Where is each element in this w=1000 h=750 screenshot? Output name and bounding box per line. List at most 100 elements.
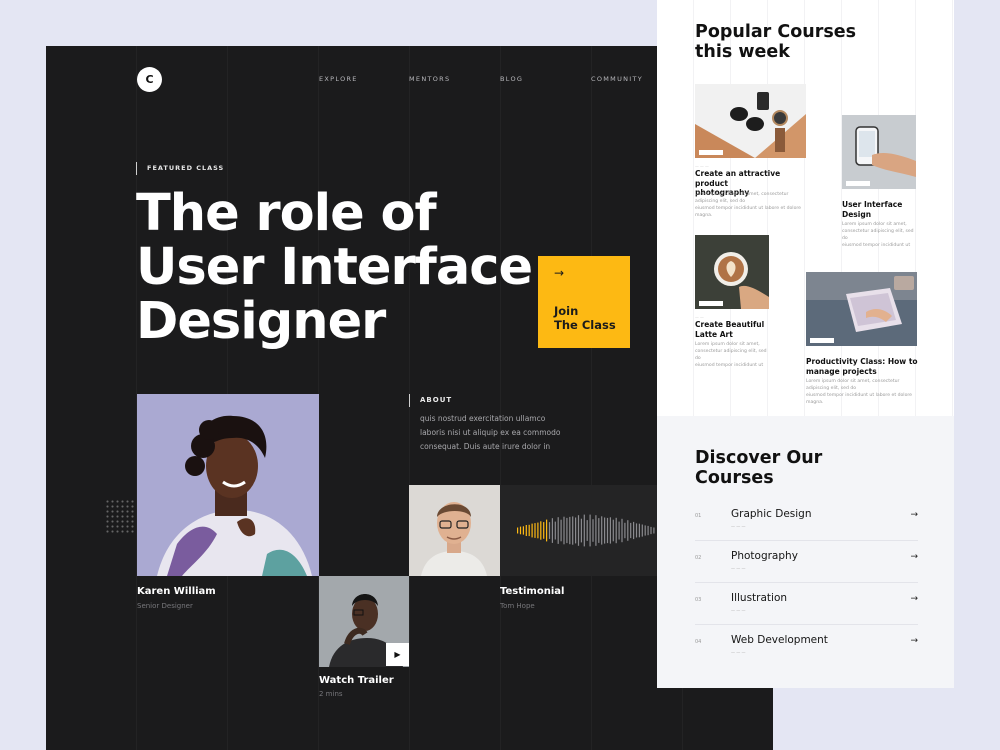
course-title[interactable]: Productivity Class: How to manage projec… bbox=[806, 357, 926, 376]
desc-line: Lorem ipsum dolor sit amet, consectetur … bbox=[695, 192, 789, 204]
waveform-bar bbox=[653, 527, 655, 534]
category-name: Photography bbox=[731, 550, 798, 562]
waveform-bar bbox=[621, 518, 623, 543]
trailer-title: Watch Trailer bbox=[319, 675, 394, 686]
course-title[interactable]: User Interface Design bbox=[842, 200, 922, 219]
category-name: Web Development bbox=[731, 634, 828, 646]
arrow-right-icon: → bbox=[910, 636, 918, 646]
discover-courses-section: Discover Our Courses 01 Graphic Design —… bbox=[657, 416, 954, 688]
logo[interactable]: C bbox=[137, 67, 162, 92]
waveform-bar bbox=[595, 515, 597, 546]
waveform-bar bbox=[546, 519, 548, 542]
course-title-line: Productivity Class: How to bbox=[806, 357, 918, 366]
dot-pattern bbox=[105, 499, 135, 535]
waveform-bar bbox=[575, 517, 577, 544]
waveform-bar bbox=[638, 523, 640, 538]
hero-title-line: The role of bbox=[136, 184, 437, 243]
row-number: 03 bbox=[695, 597, 702, 603]
course-category-row[interactable]: 02 Photography — — — → bbox=[695, 541, 918, 583]
karen-name: Karen William bbox=[137, 586, 216, 597]
waveform-bar bbox=[537, 522, 539, 539]
join-class-button[interactable]: → Join The Class bbox=[538, 256, 630, 348]
waveform-bar bbox=[583, 514, 585, 547]
course-category-row[interactable]: 03 Illustration — — — → bbox=[695, 583, 918, 625]
title-line: Popular Courses bbox=[695, 22, 857, 42]
nav-blog[interactable]: BLOG bbox=[500, 75, 523, 83]
arrow-right-icon: → bbox=[910, 510, 918, 520]
testimonial-photo[interactable] bbox=[409, 485, 500, 576]
waveform-bar bbox=[604, 517, 606, 544]
category-count: — — — bbox=[731, 608, 746, 613]
discover-title: Discover Our Courses bbox=[695, 448, 822, 488]
course-title[interactable]: Create Beautiful Latte Art bbox=[695, 320, 775, 339]
course-category: — — — bbox=[695, 163, 709, 168]
desc-line: Lorem ipsum dolor sit amet, consectetur … bbox=[695, 342, 767, 361]
category-name: Illustration bbox=[731, 592, 788, 604]
trailer-length: 2 mins bbox=[319, 690, 343, 698]
waveform-bar bbox=[641, 524, 643, 537]
waveform-bar bbox=[528, 524, 530, 537]
waveform-bar bbox=[601, 516, 603, 545]
featured-class-label: FEATURED CLASS bbox=[136, 162, 224, 175]
karen-role: Senior Designer bbox=[137, 602, 193, 610]
course-badge bbox=[810, 338, 834, 343]
waveform-bar bbox=[548, 522, 551, 539]
desc-line: eiusmod tempor incididunt ut labore et d… bbox=[695, 206, 802, 218]
title-line: Discover Our bbox=[695, 448, 823, 468]
course-image-ui-design[interactable] bbox=[842, 115, 916, 189]
course-category: — — bbox=[695, 314, 704, 319]
course-image-latte-art[interactable] bbox=[695, 235, 769, 309]
desc-line: eiusmod tempor incididunt ut labore et d… bbox=[806, 393, 913, 405]
waveform-bar bbox=[615, 517, 617, 544]
join-line: Join bbox=[554, 304, 579, 318]
waveform-bar bbox=[612, 519, 614, 542]
waveform-bar bbox=[560, 519, 562, 542]
category-count: — — — bbox=[731, 650, 746, 655]
waveform-bar bbox=[598, 518, 600, 543]
course-title-line: Design bbox=[842, 209, 872, 219]
waveform-bar bbox=[540, 521, 542, 540]
waveform-bar bbox=[650, 526, 652, 535]
row-number: 01 bbox=[695, 513, 702, 519]
arrow-right-icon: → bbox=[910, 594, 918, 604]
desc-line: eiusmod tempor incididunt ut bbox=[842, 243, 911, 248]
course-title-line: Create an attractive product bbox=[695, 169, 781, 188]
nav-mentors[interactable]: MENTORS bbox=[409, 75, 450, 83]
course-badge bbox=[699, 150, 723, 155]
waveform-bar bbox=[630, 522, 632, 539]
testimonial-name: Tom Hope bbox=[500, 602, 535, 610]
play-button[interactable]: ▶ bbox=[386, 643, 409, 666]
waveform-bar bbox=[633, 521, 635, 540]
waveform-bar bbox=[569, 516, 571, 545]
course-title-line: Latte Art bbox=[695, 329, 733, 339]
course-category-row[interactable]: 01 Graphic Design — — — → bbox=[695, 499, 918, 541]
waveform-bar bbox=[563, 516, 565, 545]
play-icon: ▶ bbox=[394, 650, 401, 659]
hero-title-line: User Interface bbox=[136, 238, 533, 297]
about-text: quis nostrud exercitation ullamco labori… bbox=[420, 414, 561, 451]
desc-line: Lorem ipsum dolor sit amet, consectetur … bbox=[842, 222, 914, 241]
course-title-line: Create Beautiful bbox=[695, 320, 765, 329]
waveform-bar bbox=[557, 517, 559, 544]
waveform-bar bbox=[618, 521, 620, 540]
course-image-productivity[interactable] bbox=[806, 272, 917, 346]
category-name: Graphic Design bbox=[731, 508, 812, 520]
waveform-bar bbox=[609, 517, 611, 544]
waveform-bar bbox=[644, 525, 646, 536]
waveform-bar bbox=[517, 527, 519, 534]
waveform-bar bbox=[577, 515, 580, 546]
course-category-row[interactable]: 04 Web Development — — — → bbox=[695, 625, 918, 667]
title-line: Courses bbox=[695, 468, 774, 488]
course-badge bbox=[699, 301, 723, 306]
join-line: The Class bbox=[554, 318, 616, 332]
waveform-bar bbox=[525, 525, 527, 536]
nav-community[interactable]: COMMUNITY bbox=[591, 75, 643, 83]
course-image-product-photography[interactable] bbox=[695, 84, 806, 158]
hero-title-line: Designer bbox=[136, 292, 386, 351]
course-description: Lorem ipsum dolor sit amet, consectetur … bbox=[806, 378, 921, 406]
join-label: Join The Class bbox=[554, 304, 616, 332]
row-number: 02 bbox=[695, 555, 702, 561]
nav-explore[interactable]: EXPLORE bbox=[319, 75, 358, 83]
waveform-bar bbox=[606, 517, 609, 544]
waveform-bar bbox=[635, 523, 638, 538]
